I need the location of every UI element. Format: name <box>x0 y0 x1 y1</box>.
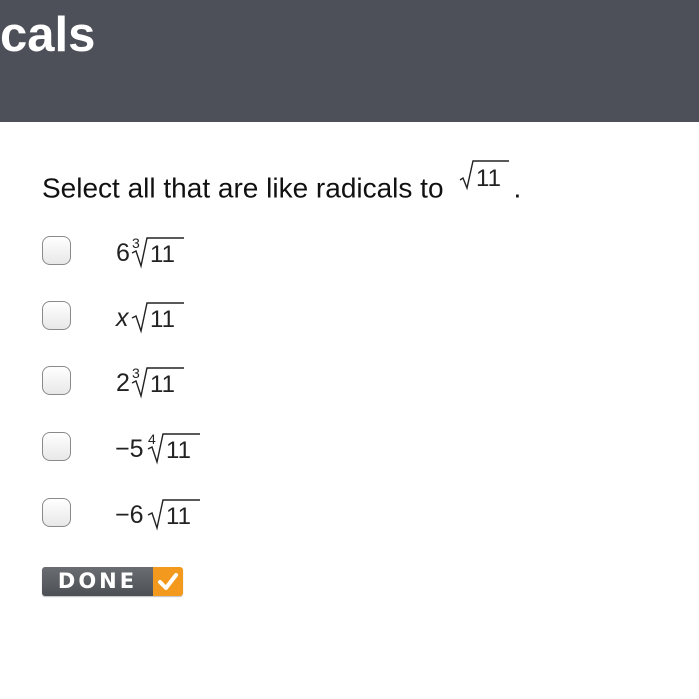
coefficient: 2 <box>116 369 130 397</box>
coefficient: x <box>115 304 130 332</box>
coefficient: −5 <box>115 435 144 463</box>
prompt-radicand: 11 <box>476 165 501 192</box>
radical-index: 4 <box>148 431 156 447</box>
page-title: cals <box>0 8 96 62</box>
radical-expression: −6 11 <box>112 490 252 539</box>
answer-option-3[interactable]: 2 3 11 <box>42 364 442 400</box>
answer-option-1[interactable]: 6 3 11 <box>42 234 442 270</box>
done-button-label: DONE <box>57 569 138 593</box>
checkbox[interactable] <box>42 432 71 461</box>
radical-index: 3 <box>132 365 140 381</box>
radical-expression: 2 3 11 <box>112 358 252 407</box>
prompt-period: . <box>513 172 522 204</box>
checkbox[interactable] <box>42 366 71 395</box>
radicand: 11 <box>150 371 175 398</box>
radical-index: 3 <box>132 235 140 251</box>
radicand: 11 <box>150 306 175 333</box>
prompt-radical: 11 <box>458 156 510 210</box>
prompt-text: Select all that are like radicals to <box>42 172 444 204</box>
header-bar: cals <box>0 0 699 122</box>
answer-option-4[interactable]: −5 4 11 <box>42 430 442 466</box>
checkbox[interactable] <box>42 498 71 527</box>
checkmark-icon <box>153 567 183 596</box>
done-button[interactable]: DONE <box>42 567 183 596</box>
answer-option-5[interactable]: −6 11 <box>42 496 442 532</box>
radical-expression: −5 4 11 <box>112 424 252 473</box>
checkbox[interactable] <box>42 301 71 330</box>
radical-expression: x 11 <box>112 293 252 342</box>
coefficient: 6 <box>116 239 130 267</box>
coefficient: −6 <box>115 501 144 529</box>
question-prompt: Select all that are like radicals to 11 … <box>42 159 522 216</box>
radical-expression: 6 3 11 <box>112 228 252 277</box>
radicand: 11 <box>150 241 175 268</box>
checkbox[interactable] <box>42 236 71 265</box>
radicand: 11 <box>166 437 191 464</box>
answer-option-2[interactable]: x 11 <box>42 299 442 335</box>
done-button-body: DONE <box>42 567 153 596</box>
radicand: 11 <box>166 503 191 530</box>
